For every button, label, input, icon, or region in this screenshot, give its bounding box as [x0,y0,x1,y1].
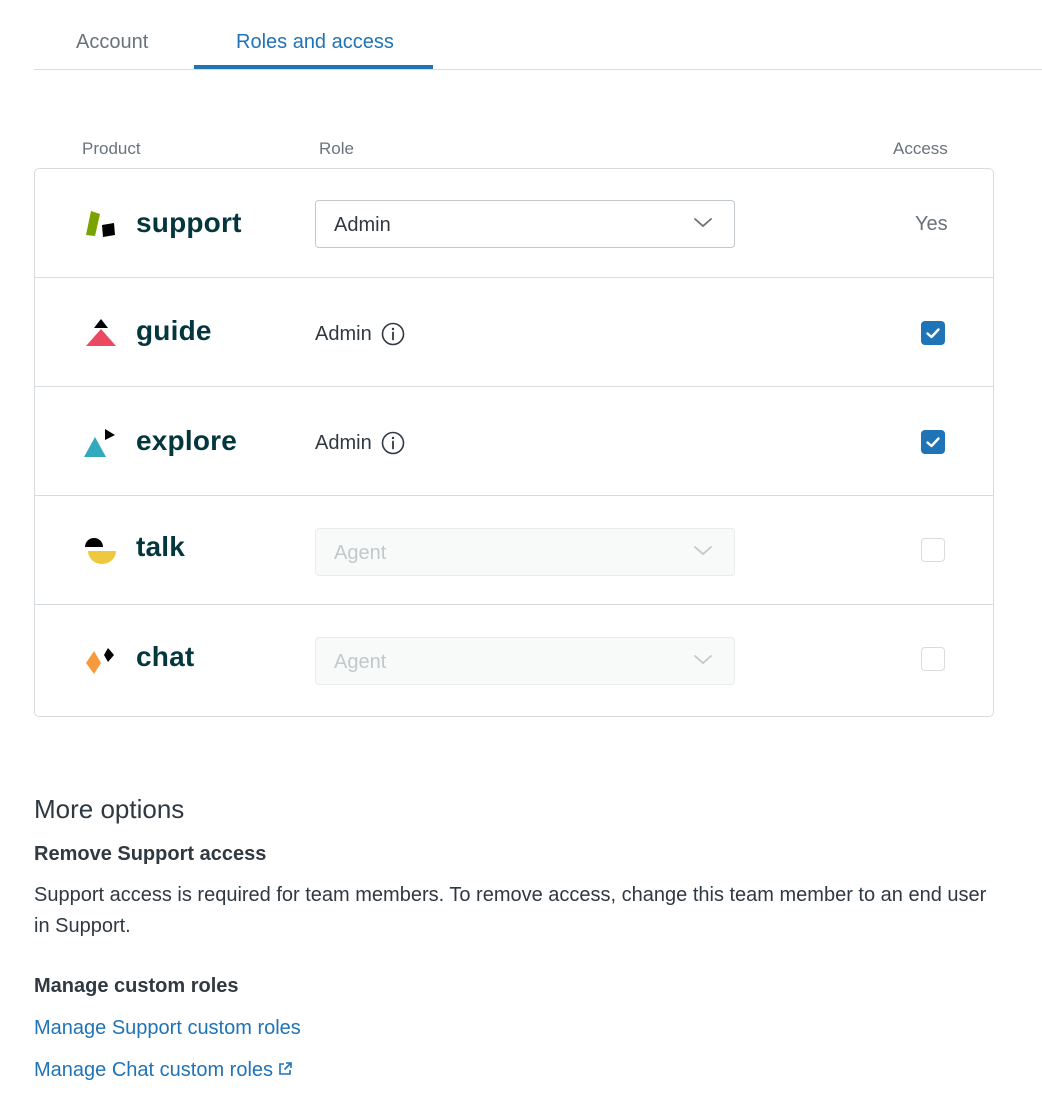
checkmark-icon [926,328,940,339]
talk-role-select[interactable]: Agent [315,528,735,576]
support-logo-icon [86,211,115,237]
talk-logo-icon [85,538,116,564]
guide-role-value: Admin [315,323,372,345]
chat-role-value: Agent [334,651,387,673]
product-name-guide: guide [136,315,212,346]
explore-role-value: Admin [315,432,372,454]
explore-access-checkbox[interactable] [921,430,945,454]
explore-role-text: Admin [315,430,372,456]
support-access-value: Yes [915,213,948,235]
chevron-down-icon [694,218,712,228]
info-icon[interactable] [381,431,405,455]
guide-access-checkbox[interactable] [921,321,945,345]
remove-support-description: Support access is required for team memb… [34,884,987,937]
explore-logo-icon [84,429,115,457]
table-row-chat: chat Agent [35,605,993,714]
column-header-product: Product [82,139,141,158]
tab-account[interactable]: Account [76,28,148,56]
chat-logo-icon [86,648,114,674]
remove-support-heading: Remove Support access [34,843,267,865]
active-tab-indicator [194,65,433,69]
manage-chat-custom-roles-link[interactable]: Manage Chat custom roles [34,1057,293,1083]
table-row-talk: talk Agent [35,496,993,605]
support-role-value: Admin [334,214,391,236]
product-name-chat: chat [136,641,195,672]
guide-role-text: Admin [315,321,372,347]
tab-roles-and-access[interactable]: Roles and access [236,28,394,56]
talk-role-value: Agent [334,542,387,564]
table-row-explore: explore Admin [35,387,993,496]
table-row-support: support Admin Yes [35,169,993,278]
chat-access-checkbox[interactable] [921,647,945,671]
product-name-talk: talk [136,531,186,562]
column-header-access: Access [893,139,948,158]
chevron-down-icon [694,546,712,556]
chat-role-select[interactable]: Agent [315,637,735,685]
product-name-explore: explore [136,425,237,456]
product-name-support: support [136,207,242,238]
guide-logo-icon [86,319,116,346]
support-role-select[interactable]: Admin [315,200,735,248]
column-header-role: Role [319,139,354,158]
table-row-guide: guide Admin [35,278,993,387]
talk-access-checkbox[interactable] [921,538,945,562]
roles-table: support Admin Yes guide Admin explore Ad… [34,168,994,717]
tab-bar: Account Roles and access [34,0,1042,70]
info-icon[interactable] [381,322,405,346]
chevron-down-icon [694,655,712,665]
custom-roles-heading: Manage custom roles [34,975,239,997]
manage-chat-custom-roles-label: Manage Chat custom roles [34,1059,274,1081]
manage-support-custom-roles-link[interactable]: Manage Support custom roles [34,1015,301,1041]
manage-support-custom-roles-label: Manage Support custom roles [34,1017,301,1039]
more-options-title: More options [34,794,185,824]
checkmark-icon [926,437,940,448]
external-link-icon [279,1062,292,1075]
